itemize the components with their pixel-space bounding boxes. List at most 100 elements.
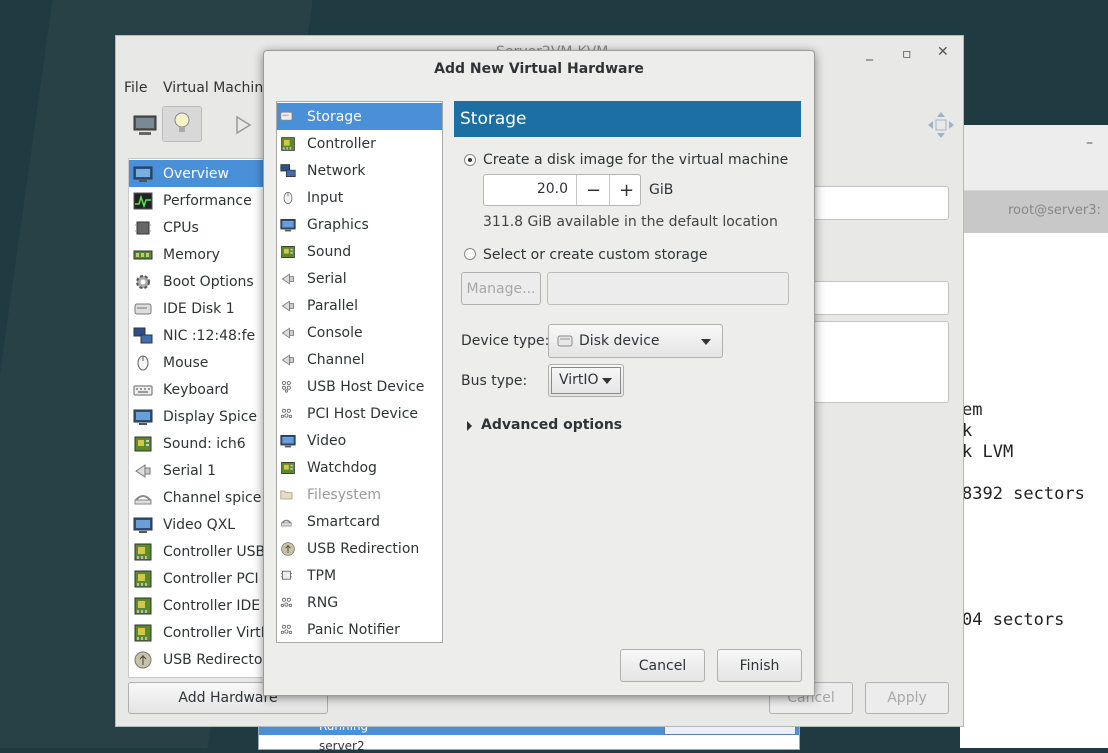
hardware-type-item[interactable]: RNG xyxy=(277,589,442,616)
sidebar-item[interactable]: Keyboard xyxy=(129,376,269,403)
decrease-size-button[interactable]: − xyxy=(576,175,610,205)
hardware-type-item[interactable]: USB Host Device xyxy=(277,373,442,400)
hardware-type-label: Serial xyxy=(307,270,347,287)
minimize-button[interactable]: _ xyxy=(866,45,873,61)
custom-storage-radio[interactable] xyxy=(464,248,476,260)
terminal-line: em xyxy=(962,400,983,420)
sidebar-item[interactable]: Controller PCI xyxy=(129,565,269,592)
move-arrows-icon xyxy=(928,112,954,138)
chevron-down-icon xyxy=(602,378,612,384)
hardware-type-item[interactable]: Channel xyxy=(277,346,442,373)
hardware-type-item[interactable]: Controller xyxy=(277,130,442,157)
sidebar-item-label: IDE Disk 1 xyxy=(163,300,235,317)
add-hardware-dialog: Add New Virtual Hardware Storage Controll… xyxy=(263,50,815,696)
menu-file[interactable]: File xyxy=(124,80,147,96)
sidebar-item[interactable]: IDE Disk 1 xyxy=(129,295,269,322)
hardware-type-item[interactable]: Console xyxy=(277,319,442,346)
bus-type-dropdown[interactable]: VirtIO xyxy=(548,364,624,397)
sidebar-item[interactable]: Controller USB xyxy=(129,538,269,565)
sidebar-item[interactable]: Sound: ich6 xyxy=(129,430,269,457)
sidebar-item[interactable]: Performance xyxy=(129,187,269,214)
disk-size-spinner[interactable]: 20.0 − + xyxy=(483,174,641,206)
finish-button[interactable]: Finish xyxy=(717,649,802,682)
fullscreen-button[interactable] xyxy=(922,108,960,142)
hardware-type-item[interactable]: Sound xyxy=(277,238,442,265)
sidebar-item[interactable]: Controller IDE xyxy=(129,592,269,619)
hardware-type-label: Panic Notifier xyxy=(307,621,400,638)
disk-icon xyxy=(133,299,153,319)
hardware-type-item[interactable]: Graphics xyxy=(277,211,442,238)
hardware-type-item[interactable]: Serial xyxy=(277,265,442,292)
sidebar-item[interactable]: Overview xyxy=(129,160,269,187)
manage-button[interactable]: Manage... xyxy=(461,272,541,305)
sidebar-item-label: CPUs xyxy=(163,219,199,236)
hardware-type-item[interactable]: USB Redirection xyxy=(277,535,442,562)
sidebar-item-label: Keyboard xyxy=(163,381,229,398)
close-button[interactable]: ✕ xyxy=(937,44,949,60)
apply-button[interactable]: Apply xyxy=(865,682,949,714)
hardware-type-item[interactable]: Smartcard xyxy=(277,508,442,535)
hardware-type-item[interactable]: Storage xyxy=(277,103,442,130)
sidebar-item-label: Channel spice xyxy=(163,489,262,506)
terminal-tab[interactable]: root@server3: xyxy=(1008,203,1101,218)
hardware-type-label: Input xyxy=(307,189,344,206)
sidebar-item-label: Controller IDE xyxy=(163,597,261,614)
console-button[interactable] xyxy=(126,108,164,142)
serial-icon xyxy=(133,461,153,481)
hardware-type-item[interactable]: Parallel xyxy=(277,292,442,319)
hardware-type-item[interactable]: Watchdog xyxy=(277,454,442,481)
device-type-dropdown[interactable]: Disk device xyxy=(548,324,723,358)
sidebar-item[interactable]: Display Spice xyxy=(129,403,269,430)
hardware-type-label: PCI Host Device xyxy=(307,405,419,422)
create-disk-radio[interactable] xyxy=(464,154,476,166)
hardware-type-label: Network xyxy=(307,162,366,179)
display-icon xyxy=(133,407,153,427)
hardware-type-item[interactable]: TPM xyxy=(277,562,442,589)
terminal-line: 8392 sectors xyxy=(962,484,1085,504)
sidebar-item[interactable]: CPUs xyxy=(129,214,269,241)
hardware-type-item[interactable]: Network xyxy=(277,157,442,184)
hardware-type-item[interactable]: Filesystem xyxy=(277,481,442,508)
hardware-type-list: Storage Controller Network Input Graphics Sou… xyxy=(276,101,443,643)
hardware-type-item[interactable]: Video xyxy=(277,427,442,454)
display-icon xyxy=(280,217,296,233)
sidebar-item[interactable]: Serial 1 xyxy=(129,457,269,484)
hardware-type-item[interactable]: PCI Host Device xyxy=(277,400,442,427)
sidebar-item-label: Display Spice xyxy=(163,408,258,425)
sidebar-item[interactable]: Boot Options xyxy=(129,268,269,295)
maximize-button[interactable]: ▫ xyxy=(902,46,912,62)
sidebar-item-label: USB Redirector xyxy=(163,651,269,668)
sidebar-item[interactable]: Mouse xyxy=(129,349,269,376)
minimize-button[interactable]: – xyxy=(1086,135,1093,151)
serial-icon xyxy=(280,298,296,314)
sidebar-item-label: Video QXL xyxy=(163,516,236,533)
sidebar-item-label: Controller USB xyxy=(163,543,266,560)
terminal-line: k LVM xyxy=(962,442,1014,462)
sidebar-item[interactable]: Channel spice xyxy=(129,484,269,511)
bus-type-value: VirtIO xyxy=(559,372,599,388)
details-button[interactable] xyxy=(162,106,202,142)
hardware-type-item[interactable]: Input xyxy=(277,184,442,211)
sidebar-item[interactable]: Controller VirtIO Serial xyxy=(129,619,269,646)
advanced-options-label: Advanced options xyxy=(481,417,623,433)
hardware-type-item[interactable]: Panic Notifier xyxy=(277,616,442,642)
title-field[interactable] xyxy=(811,281,949,315)
increase-size-button[interactable]: + xyxy=(609,175,643,205)
hardware-type-label: RNG xyxy=(307,594,339,611)
hardware-type-label: Channel xyxy=(307,351,365,368)
available-space-text: 311.8 GiB available in the default locat… xyxy=(483,214,778,230)
custom-storage-path-input[interactable] xyxy=(547,272,789,305)
monitor-icon xyxy=(133,115,157,135)
sidebar-item[interactable]: Memory xyxy=(129,241,269,268)
description-field[interactable] xyxy=(811,321,949,403)
sidebar-item[interactable]: NIC :12:48:fe xyxy=(129,322,269,349)
minus-icon: − xyxy=(585,179,602,201)
sidebar-item-label: Mouse xyxy=(163,354,209,371)
sidebar-item[interactable]: USB Redirector xyxy=(129,646,269,673)
cancel-button[interactable]: Cancel xyxy=(620,649,705,682)
sidebar-item[interactable]: Video QXL xyxy=(129,511,269,538)
run-button[interactable] xyxy=(224,108,262,142)
name-field[interactable] xyxy=(811,186,949,220)
menu-virtual-machine[interactable]: Virtual Machine xyxy=(163,80,272,96)
disk-size-value[interactable]: 20.0 xyxy=(537,181,568,197)
